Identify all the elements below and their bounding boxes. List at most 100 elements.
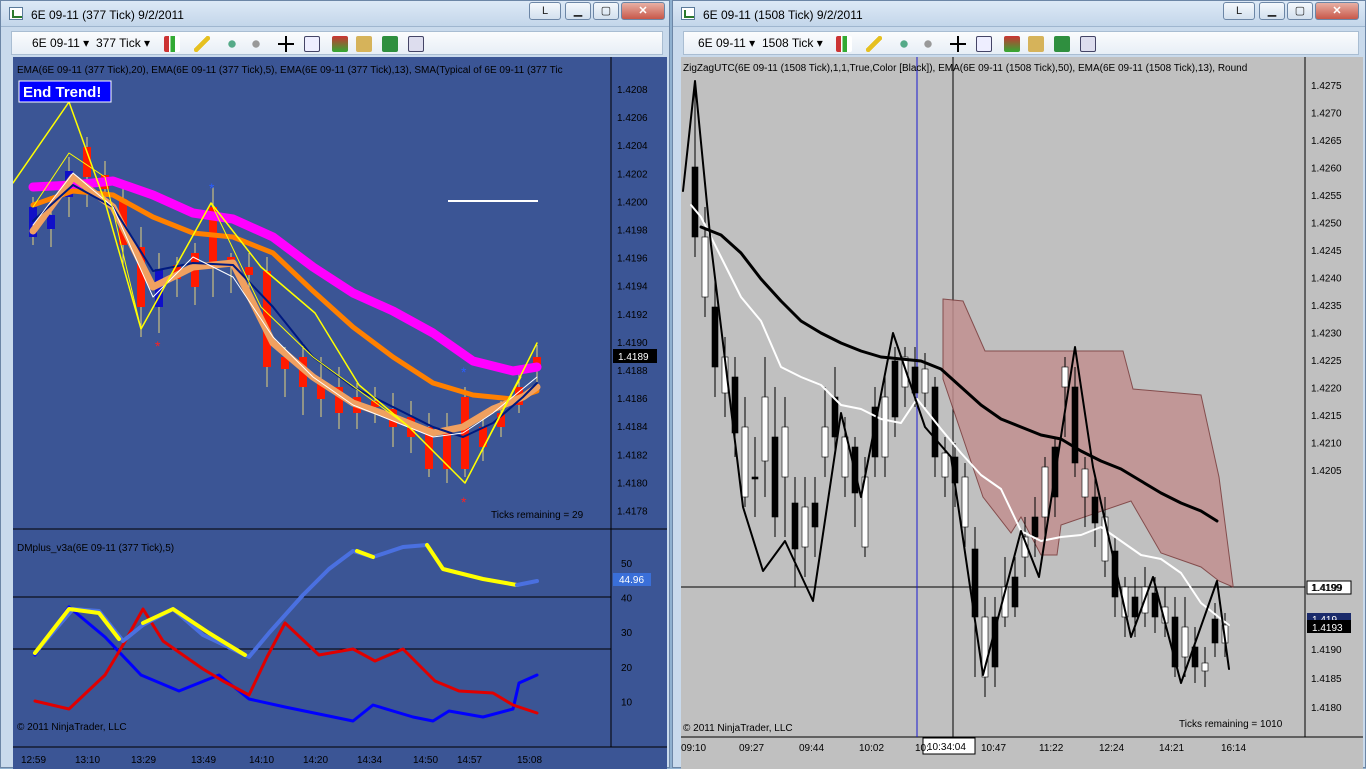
money-icon[interactable] <box>382 36 398 52</box>
interval-selector[interactable]: 377 Tick ▾ <box>96 35 150 52</box>
time-axis-tick: 14:34 <box>357 755 382 766</box>
price-axis-tick: 1.4220 <box>1311 384 1342 395</box>
candle-body <box>751 476 759 480</box>
magnify-icon[interactable] <box>304 36 320 52</box>
time-axis-tick: 14:21 <box>1159 743 1184 754</box>
candle-body <box>47 215 55 229</box>
zoom-in-icon[interactable] <box>224 36 240 52</box>
price-axis-tick: 1.4270 <box>1311 109 1342 120</box>
candle-body <box>791 502 799 550</box>
price-axis-tick: 1.4188 <box>617 366 648 377</box>
drawing-tools-icon[interactable] <box>866 36 882 52</box>
price-axis-tick: 1.4265 <box>1311 136 1342 147</box>
indicators-icon[interactable] <box>1004 36 1020 52</box>
chart-style-icon[interactable] <box>836 36 852 52</box>
swing-marker: * <box>155 338 161 354</box>
candle-body <box>1151 592 1159 618</box>
lower-axis-tick: 30 <box>621 628 633 639</box>
swing-marker: * <box>461 364 467 380</box>
kumo-cloud <box>942 298 1234 588</box>
dm-trend-line <box>33 549 375 659</box>
price-axis-tick: 1.4180 <box>617 478 648 489</box>
strategies-icon[interactable] <box>1028 36 1044 52</box>
properties-icon[interactable] <box>1080 36 1096 52</box>
close-button[interactable]: ✕ <box>621 2 665 20</box>
chart-window-377-tick[interactable]: 6E 09-11 (377 Tick) 9/2/2011 L ▁ ▢ ✕ 6E … <box>0 0 670 769</box>
time-axis-tick: 14:50 <box>413 755 438 766</box>
candle-body <box>821 426 829 458</box>
indicator-label: ZigZagUTC(6E 09-11 (1508 Tick),1,1,True,… <box>683 63 1247 74</box>
candle-body <box>961 476 969 528</box>
ticks-remaining: Ticks remaining = 1010 <box>1179 719 1283 730</box>
candle-body <box>1081 468 1089 498</box>
candle-body <box>1071 386 1079 464</box>
time-axis-tick: 15:08 <box>517 755 542 766</box>
money-icon[interactable] <box>1054 36 1070 52</box>
price-axis-tick: 1.4198 <box>617 226 648 237</box>
time-axis-tick: 09:27 <box>739 743 764 754</box>
time-axis-tick: 16:14 <box>1221 743 1246 754</box>
link-button[interactable]: L <box>1223 2 1255 20</box>
title-bar[interactable]: 6E 09-11 (1508 Tick) 9/2/2011 L ▁ ▢ ✕ <box>673 1 1365 27</box>
dm-yellow-segment <box>425 543 519 587</box>
price-axis-tick: 1.4185 <box>1311 674 1342 685</box>
candle-body <box>811 502 819 528</box>
price-axis-tick: 1.4202 <box>617 169 648 180</box>
dm-trend-line <box>515 579 539 587</box>
price-axis-tick: 1.4230 <box>1311 329 1342 340</box>
close-button[interactable]: ✕ <box>1315 2 1359 20</box>
lower-indicator-label: DMplus_v3a(6E 09-11 (377 Tick),5) <box>17 543 174 554</box>
price-axis-tick: 1.4208 <box>617 85 648 96</box>
properties-icon[interactable] <box>408 36 424 52</box>
instrument-selector[interactable]: 6E 09-11 ▾ <box>32 35 89 52</box>
candle-body <box>1211 618 1219 644</box>
crosshair-icon[interactable] <box>950 36 966 52</box>
candle-body <box>761 396 769 462</box>
price-axis-tick: 1.4206 <box>617 113 648 124</box>
price-axis-tick: 1.4199 <box>1311 583 1342 594</box>
chart-style-icon[interactable] <box>164 36 180 52</box>
candle-body <box>831 396 839 438</box>
zoom-out-icon[interactable] <box>920 36 936 52</box>
title-bar[interactable]: 6E 09-11 (377 Tick) 9/2/2011 L ▁ ▢ ✕ <box>1 1 669 27</box>
maximize-button[interactable]: ▢ <box>593 2 619 20</box>
candle-body <box>841 436 849 478</box>
copyright: © 2011 NinjaTrader, LLC <box>17 722 127 733</box>
chart-panel-1508[interactable]: ZigZagUTC(6E 09-11 (1508 Tick),1,1,True,… <box>681 57 1363 769</box>
interval-selector[interactable]: 1508 Tick ▾ <box>762 35 823 52</box>
candle-body <box>1091 496 1099 524</box>
zoom-out-icon[interactable] <box>248 36 264 52</box>
price-axis-tick: 1.4182 <box>617 450 648 461</box>
lower-axis-tick: 20 <box>621 663 633 674</box>
maximize-button[interactable]: ▢ <box>1287 2 1313 20</box>
time-axis-tick: 13:29 <box>131 755 156 766</box>
strategies-icon[interactable] <box>356 36 372 52</box>
indicator-label: EMA(6E 09-11 (377 Tick),20), EMA(6E 09-1… <box>17 65 563 76</box>
price-axis-tick: 1.4205 <box>1311 466 1342 477</box>
candle-body <box>711 306 719 368</box>
drawing-tools-icon[interactable] <box>194 36 210 52</box>
minimize-button[interactable]: ▁ <box>565 2 591 20</box>
link-button[interactable]: L <box>529 2 561 20</box>
chart-window-1508-tick[interactable]: 6E 09-11 (1508 Tick) 9/2/2011 L ▁ ▢ ✕ 6E… <box>672 0 1366 769</box>
time-axis-tick: 12:59 <box>21 755 46 766</box>
price-axis-tick: 1.4204 <box>617 141 648 152</box>
instrument-selector[interactable]: 6E 09-11 ▾ <box>698 35 755 52</box>
price-axis-tick: 1.4184 <box>617 422 648 433</box>
candle-body <box>245 267 253 275</box>
indicators-icon[interactable] <box>332 36 348 52</box>
dm-yellow-segment <box>355 549 375 559</box>
window-title: 6E 09-11 (377 Tick) 9/2/2011 <box>31 8 184 22</box>
candle-body <box>691 166 699 238</box>
candle-body <box>771 436 779 518</box>
candle-body <box>1131 596 1139 618</box>
minimize-button[interactable]: ▁ <box>1259 2 1285 20</box>
zoom-in-icon[interactable] <box>896 36 912 52</box>
time-axis-tick: 14:10 <box>249 755 274 766</box>
crosshair-icon[interactable] <box>278 36 294 52</box>
magnify-icon[interactable] <box>976 36 992 52</box>
candle-body <box>701 236 709 298</box>
chart-panel-377[interactable]: * * * * EMA(6E 09-11 (377 Tick),20), EMA(6E… <box>13 57 667 769</box>
time-axis-tick: 09:10 <box>681 743 706 754</box>
price-axis-tick: 1.4194 <box>617 282 648 293</box>
